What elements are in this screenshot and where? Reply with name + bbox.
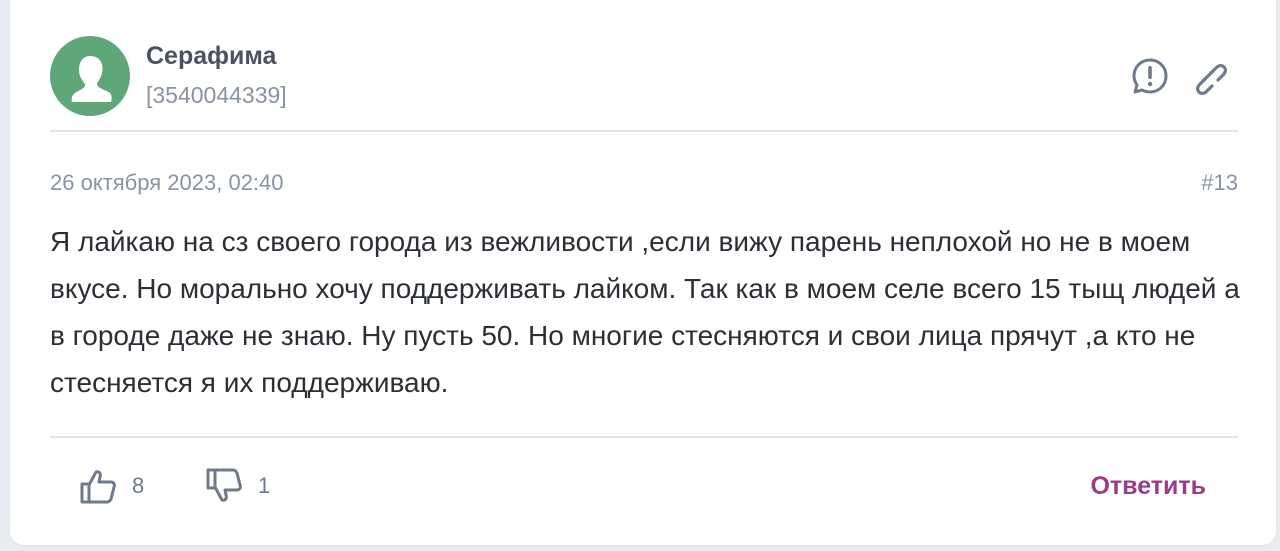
chain-link-icon xyxy=(1196,64,1227,95)
thumbs-down-icon xyxy=(206,468,242,502)
dislike-count: 1 xyxy=(258,473,271,498)
like-count: 8 xyxy=(132,473,145,498)
post-date: 26 октября 2023, 02:40 xyxy=(50,170,284,195)
copy-link-button[interactable] xyxy=(1188,56,1228,96)
author-id: [3540044339] xyxy=(146,82,287,108)
thumbs-up-icon xyxy=(80,470,116,504)
dislike-button[interactable]: 1 xyxy=(204,466,270,506)
header-divider xyxy=(50,130,1238,132)
report-button[interactable] xyxy=(1130,56,1170,96)
like-button[interactable]: 8 xyxy=(78,466,144,506)
author-name[interactable]: Серафима xyxy=(146,42,276,71)
exclamation-circle-icon xyxy=(1132,58,1168,94)
reply-button[interactable]: Ответить xyxy=(1090,472,1206,501)
avatar[interactable] xyxy=(50,36,130,116)
post-number[interactable]: #13 xyxy=(1201,170,1238,196)
user-silhouette-icon xyxy=(71,56,112,102)
comment-card: Серафима [3540044339] 26 октября 2023, 0… xyxy=(10,0,1276,545)
comment-text: Я лайкаю на сз своего города из вежливос… xyxy=(50,226,1240,398)
footer-divider xyxy=(50,436,1238,438)
